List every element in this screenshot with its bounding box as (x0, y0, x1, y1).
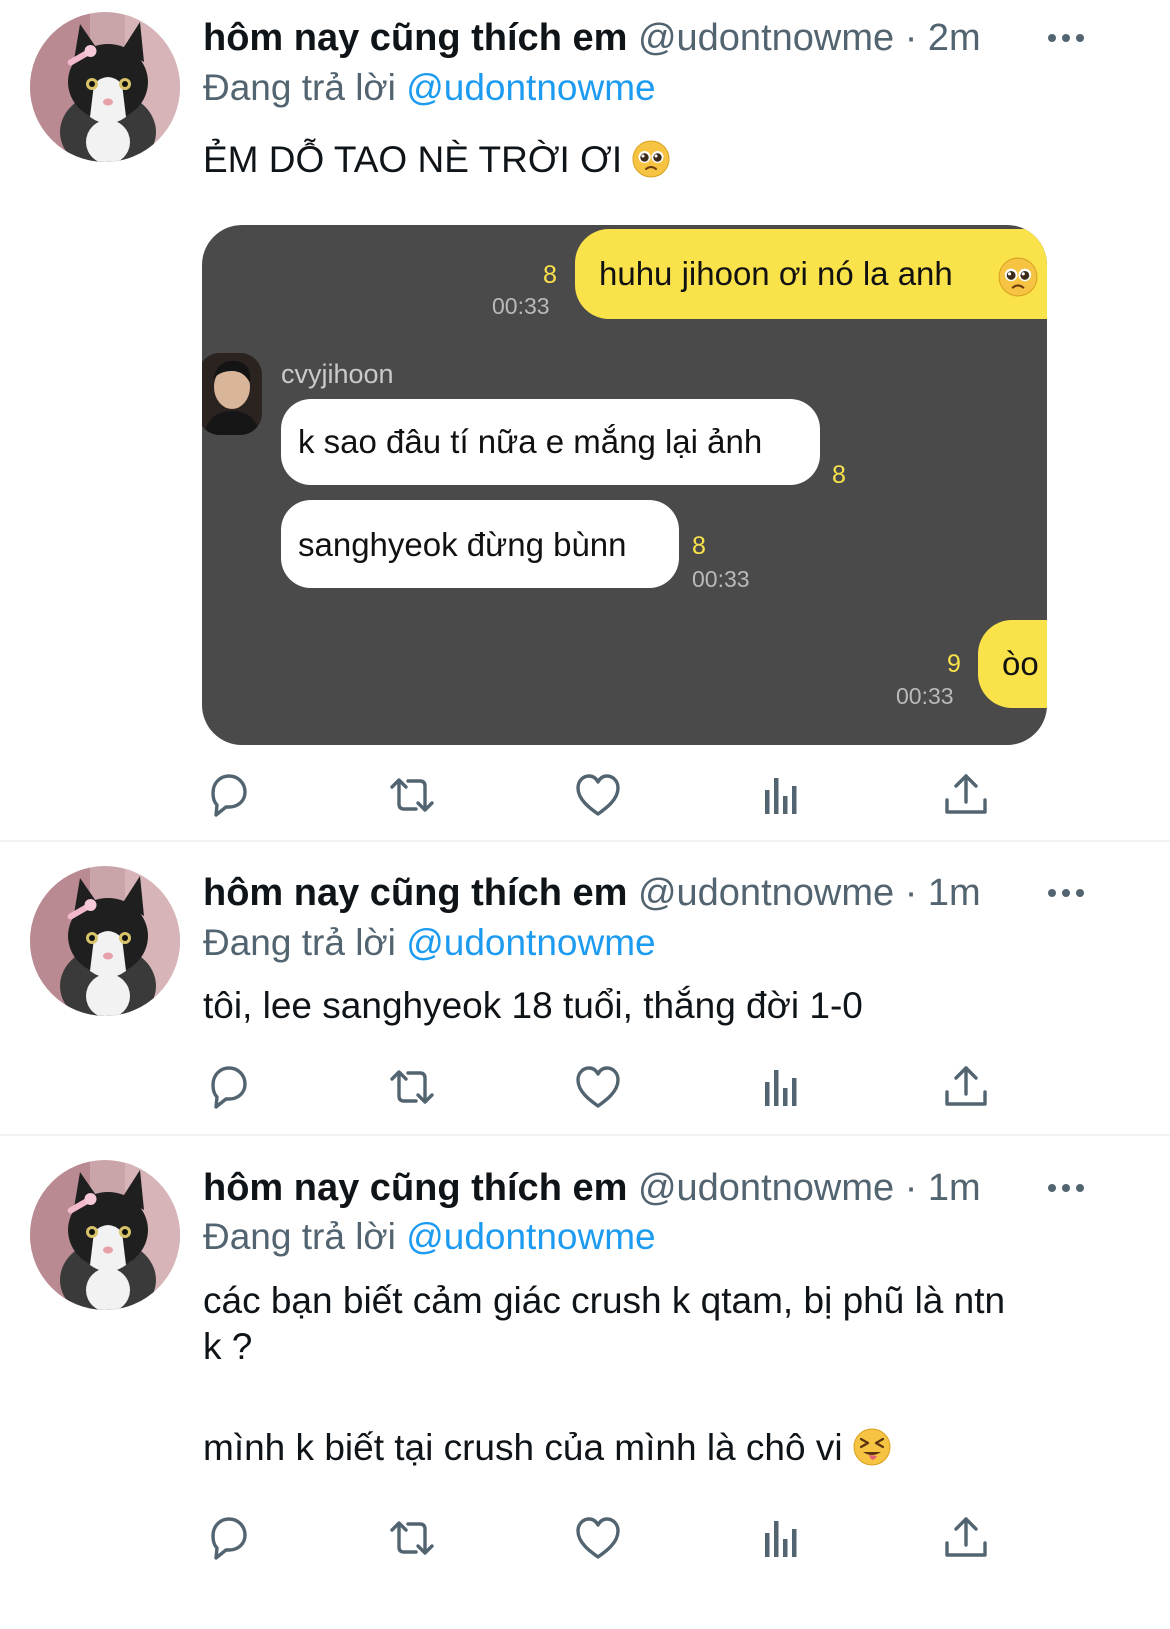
reply-mention-link[interactable]: @udontnowme (406, 1216, 655, 1257)
replying-to: Đang trả lời @udontnowme (203, 1215, 656, 1259)
cat-avatar-image (30, 1160, 180, 1310)
chat-sender-name: cvyjihoon (281, 359, 394, 389)
message-time: 00:33 (492, 293, 550, 319)
tweet-header: hôm nay cũng thích em @udontnowme · 1m (203, 1166, 981, 1210)
avatar[interactable] (30, 1160, 180, 1310)
pleading-face-emoji-icon (632, 140, 671, 178)
tweet-media-chat-screenshot[interactable]: 8 00:33 huhu jihoon ơi nó la anh cvyjiho… (202, 225, 1047, 745)
squinting-tongue-emoji-icon (852, 1428, 891, 1466)
unread-count: 9 (947, 650, 961, 678)
message-time: 00:33 (692, 566, 750, 592)
more-options-icon[interactable] (1044, 16, 1088, 60)
message-time: 00:33 (896, 683, 954, 709)
unread-count: 8 (832, 461, 846, 489)
tweet-text-line: ẺM DỖ TAO NÈ TRỜI ƠI (203, 139, 623, 180)
reply-mention-link[interactable]: @udontnowme (406, 67, 655, 108)
tweet-text: ẺM DỖ TAO NÈ TRỜI ƠI (203, 137, 671, 183)
chat-bubble-mine: huhu jihoon ơi nó la anh (575, 229, 1047, 319)
separator: · (904, 17, 918, 59)
user-handle[interactable]: @udontnowme (638, 1167, 894, 1209)
display-name[interactable]: hôm nay cũng thích em (203, 17, 627, 59)
separator: · (904, 1167, 918, 1209)
analytics-icon[interactable] (758, 770, 808, 820)
retweet-icon[interactable] (386, 1513, 436, 1563)
tweet-header: hôm nay cũng thích em @udontnowme · 1m (203, 871, 981, 915)
message-text: òo (1002, 645, 1039, 682)
user-handle[interactable]: @udontnowme (638, 17, 894, 59)
message-text: sanghyeok đừng bùnn (298, 526, 627, 563)
tweet-text-line: tôi, lee sanghyeok 18 tuổi, thắng đời 1-… (203, 985, 863, 1026)
tweet-text: tôi, lee sanghyeok 18 tuổi, thắng đời 1-… (203, 983, 863, 1029)
tweet-text: mình k biết tại crush của mình là chô vi (203, 1425, 891, 1471)
user-handle[interactable]: @udontnowme (638, 872, 894, 914)
like-icon[interactable] (573, 770, 623, 820)
chat-bubble-mine: òo (978, 620, 1047, 708)
retweet-icon[interactable] (386, 770, 436, 820)
tweet-header: hôm nay cũng thích em @udontnowme · 2m (203, 16, 981, 60)
tweet[interactable]: hôm nay cũng thích em @udontnowme · 2m Đ… (0, 0, 1170, 842)
reply-prefix: Đang trả lời (203, 1216, 396, 1257)
share-icon[interactable] (941, 770, 991, 820)
tweet-actions (203, 1062, 1003, 1112)
like-icon[interactable] (573, 1513, 623, 1563)
chat-bubble-other: k sao đâu tí nữa e mắng lại ảnh (281, 399, 820, 485)
chat-bubble-other: sanghyeok đừng bùnn (281, 500, 679, 588)
reply-prefix: Đang trả lời (203, 67, 396, 108)
avatar[interactable] (30, 12, 180, 162)
share-icon[interactable] (941, 1513, 991, 1563)
replying-to: Đang trả lời @udontnowme (203, 66, 656, 110)
tweet-time[interactable]: 1m (928, 872, 981, 914)
tweet[interactable]: hôm nay cũng thích em @udontnowme · 1m Đ… (0, 1136, 1170, 1629)
more-options-icon[interactable] (1044, 1166, 1088, 1210)
reply-prefix: Đang trả lời (203, 922, 396, 963)
tweet-text-line: k ? (203, 1326, 253, 1367)
like-icon[interactable] (573, 1062, 623, 1112)
unread-count: 8 (692, 532, 706, 560)
tweet-actions (203, 1513, 1003, 1563)
unread-count: 8 (543, 261, 557, 289)
replying-to: Đang trả lời @udontnowme (203, 921, 656, 965)
message-text: k sao đâu tí nữa e mắng lại ảnh (298, 423, 763, 460)
chat-sender-avatar (202, 353, 262, 435)
share-icon[interactable] (941, 1062, 991, 1112)
tweet-text-line: các bạn biết cảm giác crush k qtam, bị p… (203, 1280, 1006, 1321)
reply-mention-link[interactable]: @udontnowme (406, 922, 655, 963)
analytics-icon[interactable] (758, 1513, 808, 1563)
tweet-time[interactable]: 2m (928, 17, 981, 59)
tweet-time[interactable]: 1m (928, 1167, 981, 1209)
avatar[interactable] (30, 866, 180, 1016)
cat-avatar-image (30, 866, 180, 1016)
separator: · (904, 872, 918, 914)
reply-icon[interactable] (203, 1513, 253, 1563)
analytics-icon[interactable] (758, 1062, 808, 1112)
more-options-icon[interactable] (1044, 871, 1088, 915)
display-name[interactable]: hôm nay cũng thích em (203, 1167, 627, 1209)
reply-icon[interactable] (203, 770, 253, 820)
cat-avatar-image (30, 12, 180, 162)
tweet[interactable]: hôm nay cũng thích em @udontnowme · 1m Đ… (0, 842, 1170, 1136)
retweet-icon[interactable] (386, 1062, 436, 1112)
reply-icon[interactable] (203, 1062, 253, 1112)
tweet-actions (203, 770, 1003, 820)
display-name[interactable]: hôm nay cũng thích em (203, 872, 627, 914)
message-text: huhu jihoon ơi nó la anh (599, 255, 953, 292)
pleading-face-emoji-icon (998, 257, 1038, 297)
tweet-text-line: mình k biết tại crush của mình là chô vi (203, 1427, 843, 1468)
